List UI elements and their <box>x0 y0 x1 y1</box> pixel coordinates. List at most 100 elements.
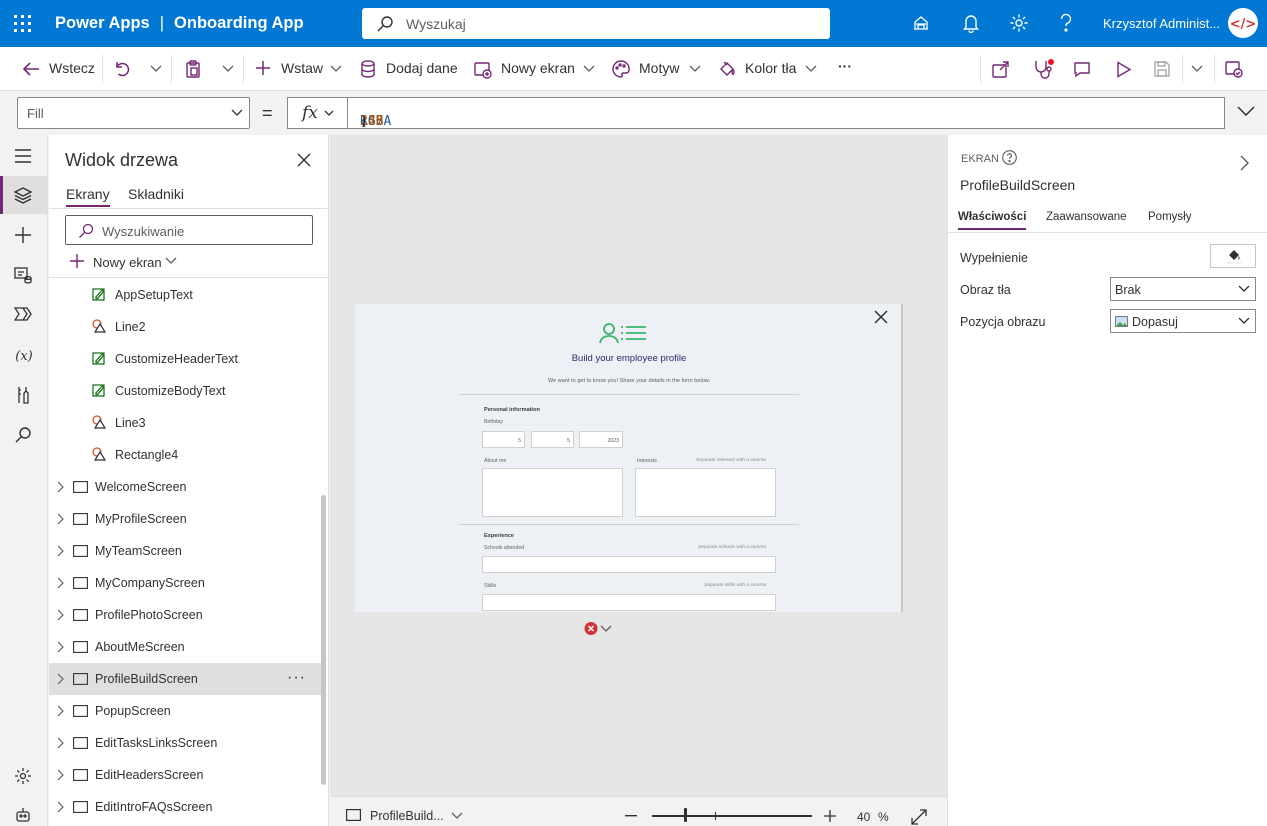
chevron-right-icon[interactable] <box>57 545 64 557</box>
tree-screen-item[interactable]: WelcomeScreen <box>49 471 321 503</box>
new-screen-icon[interactable] <box>474 61 492 79</box>
current-screen-selector[interactable]: ProfileBuild... <box>370 809 444 823</box>
product-name[interactable]: Power Apps <box>55 14 150 32</box>
error-indicator[interactable] <box>584 621 616 636</box>
chevron-right-icon[interactable] <box>57 801 64 813</box>
close-icon[interactable] <box>874 310 888 324</box>
database-icon[interactable] <box>360 60 376 78</box>
insert-chevron-down-icon[interactable] <box>330 65 342 73</box>
help-icon[interactable] <box>1059 13 1073 33</box>
comment-icon[interactable] <box>1073 61 1091 78</box>
share-icon[interactable] <box>992 60 1010 78</box>
background-color-button[interactable]: Kolor tła <box>745 60 796 76</box>
new-screen-chevron-down-icon[interactable] <box>583 65 595 73</box>
tree-screen-item[interactable]: MyProfileScreen <box>49 503 321 535</box>
tree-view-layers-icon[interactable] <box>14 186 32 204</box>
chevron-right-icon[interactable] <box>57 769 64 781</box>
tree-control-item[interactable]: AppSetupText <box>49 279 321 311</box>
tree-screen-item[interactable]: ProfileBuildScreen ··· <box>49 663 321 695</box>
power-automate-icon[interactable] <box>14 306 32 322</box>
tree-screen-item[interactable]: MyCompanyScreen <box>49 567 321 599</box>
back-button[interactable]: Wstecz <box>49 60 95 76</box>
tree-screen-item[interactable]: ProfilePhotoScreen <box>49 599 321 631</box>
birthday-day-field[interactable]: 5 <box>482 431 525 448</box>
canvas-screen-profilebuild[interactable]: Build your employee profile We want to g… <box>355 304 903 612</box>
schools-field[interactable] <box>482 556 776 573</box>
settings-gear-icon[interactable] <box>14 767 32 785</box>
global-search-input[interactable]: Wyszukaj <box>362 8 830 39</box>
environment-icon[interactable] <box>911 13 931 33</box>
tree-control-item[interactable]: Line2 <box>49 311 321 343</box>
chevron-right-icon[interactable] <box>1240 155 1249 171</box>
image-position-dropdown[interactable]: Dopasuj <box>1110 309 1256 333</box>
virtual-agent-icon[interactable] <box>14 806 32 824</box>
birthday-month-field[interactable]: 5 <box>531 431 574 448</box>
zoom-out-icon[interactable] <box>625 815 637 817</box>
chevron-right-icon[interactable] <box>57 609 64 621</box>
formula-input[interactable]: RGBA(237; 240; 245; 1) <box>347 97 1225 129</box>
insert-plus-icon[interactable] <box>14 226 32 244</box>
back-arrow-icon[interactable] <box>22 61 40 77</box>
tab-advanced[interactable]: Zaawansowane <box>1046 211 1127 223</box>
bell-icon[interactable] <box>962 13 980 33</box>
data-icon[interactable] <box>14 266 32 284</box>
undo-chevron-down-icon[interactable] <box>150 65 162 73</box>
tree-scrollbar[interactable] <box>321 495 326 785</box>
tree-control-item[interactable]: Rectangle4 <box>49 439 321 471</box>
chevron-right-icon[interactable] <box>57 673 64 685</box>
publish-icon[interactable] <box>1225 60 1243 78</box>
save-chevron-down-icon[interactable] <box>1191 65 1203 73</box>
zoom-slider-thumb[interactable] <box>684 808 687 822</box>
property-dropdown[interactable]: Fill <box>17 97 250 129</box>
more-commands-button[interactable]: ··· <box>838 58 852 74</box>
undo-icon[interactable] <box>114 60 130 78</box>
close-icon[interactable] <box>297 153 311 167</box>
user-name[interactable]: Krzysztof Administ... <box>1103 16 1220 31</box>
tab-properties[interactable]: Właściwości <box>958 211 1027 230</box>
play-preview-icon[interactable] <box>1116 61 1132 78</box>
bgcolor-chevron-down-icon[interactable] <box>805 65 817 73</box>
tree-control-item[interactable]: CustomizeHeaderText <box>49 343 321 375</box>
interests-textarea[interactable] <box>635 468 776 517</box>
chevron-right-icon[interactable] <box>57 705 64 717</box>
paste-icon[interactable] <box>185 60 201 78</box>
tab-ideas[interactable]: Pomysły <box>1148 211 1191 223</box>
tree-screen-item[interactable]: EditTasksLinksScreen <box>49 727 321 759</box>
fx-button[interactable]: fx <box>287 97 348 129</box>
tree-control-item[interactable]: CustomizeBodyText <box>49 375 321 407</box>
theme-chevron-down-icon[interactable] <box>689 65 701 73</box>
chevron-down-icon[interactable] <box>451 812 463 820</box>
bg-image-dropdown[interactable]: Brak <box>1110 277 1256 301</box>
zoom-in-icon[interactable] <box>824 810 836 822</box>
search-icon[interactable] <box>14 426 32 444</box>
variables-icon[interactable]: (x) <box>14 346 34 364</box>
about-me-textarea[interactable] <box>482 468 623 517</box>
chevron-right-icon[interactable] <box>57 513 64 525</box>
fit-to-window-icon[interactable] <box>911 809 927 825</box>
chevron-right-icon[interactable] <box>57 737 64 749</box>
tree-screen-item[interactable]: EditHeadersScreen <box>49 759 321 791</box>
plus-icon[interactable] <box>255 60 271 76</box>
birthday-year-field[interactable]: 2023 <box>579 431 623 448</box>
tree-search-input[interactable]: Wyszukiwanie <box>65 215 313 245</box>
tree-screen-item[interactable]: MyTeamScreen <box>49 535 321 567</box>
tree-screen-item[interactable]: PopupScreen <box>49 695 321 727</box>
info-icon[interactable] <box>1002 150 1017 165</box>
tree-screen-item[interactable]: EditIntroFAQsScreen <box>49 791 321 823</box>
gear-icon[interactable] <box>1009 13 1029 33</box>
paste-chevron-down-icon[interactable] <box>222 65 234 73</box>
add-data-button[interactable]: Dodaj dane <box>386 60 458 76</box>
tree-screen-item[interactable]: AboutMeScreen <box>49 631 321 663</box>
advanced-tools-icon[interactable] <box>14 386 32 404</box>
tab-components[interactable]: Składniki <box>128 186 184 202</box>
expand-formula-chevron-icon[interactable] <box>1237 106 1255 116</box>
tab-screens[interactable]: Ekrany <box>66 186 110 207</box>
skills-field[interactable] <box>482 594 776 611</box>
new-screen-button[interactable]: Nowy ekran <box>501 60 575 76</box>
hamburger-menu-icon[interactable] <box>14 149 32 163</box>
chevron-right-icon[interactable] <box>57 481 64 493</box>
palette-icon[interactable] <box>612 60 630 78</box>
chevron-right-icon[interactable] <box>57 641 64 653</box>
save-icon[interactable] <box>1154 61 1170 77</box>
insert-button[interactable]: Wstaw <box>281 60 323 76</box>
